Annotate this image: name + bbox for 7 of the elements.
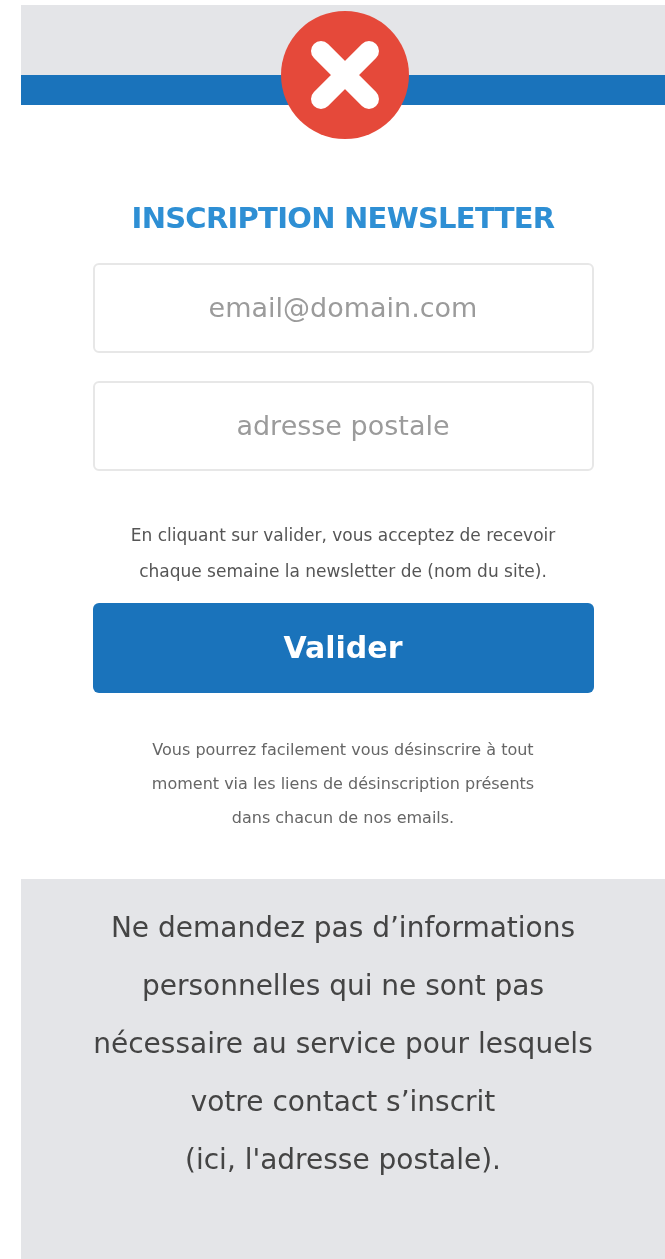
consent-text: En cliquant sur valider, vous acceptez de recevoir chaque semaine la newsletter de (nom du site). <box>130 523 556 583</box>
caption-text: Ne demandez pas d’informations personnelles qui ne sont pas nécessaire au service pour lesquels votre contact s’inscrit (ici, l'adresse postale). <box>92 909 594 1178</box>
newsletter-title: INSCRIPTION NEWSLETTER <box>131 200 555 237</box>
text-field[interactable]: adresse postale <box>92 380 594 471</box>
validate-button[interactable]: Valider <box>92 602 594 693</box>
unsubscribe-note: Vous pourrez facilement vous désinscrire à tout moment via les liens de désinscription présents dans chacun de nos emails. <box>151 738 535 829</box>
text-field[interactable]: email@domain.com <box>92 262 594 353</box>
